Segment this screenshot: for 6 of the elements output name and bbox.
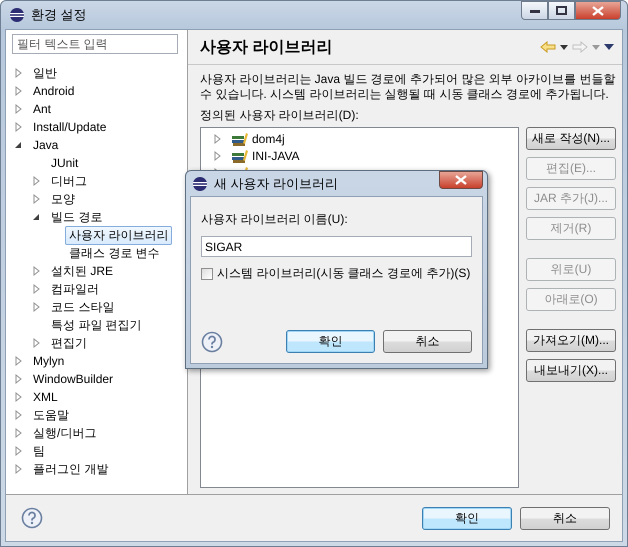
page-title: 사용자 라이브러리	[200, 38, 334, 58]
dialog-title: 새 사용자 라이브러리	[214, 174, 338, 192]
name-label: 사용자 라이브러리 이름(U):	[201, 211, 349, 228]
description-text: 사용자 라이브러리는 Java 빌드 경로에 추가되어 많은 외부 아카이브를 번들할 수 있습니다. 시스템 라이브러리는 실행될 때 시동 클래스 경로에 추가됩니다.	[200, 72, 616, 102]
window-title: 환경 설정	[31, 6, 87, 24]
list-label: 정의된 사용자 라이브러리(D):	[200, 107, 360, 124]
